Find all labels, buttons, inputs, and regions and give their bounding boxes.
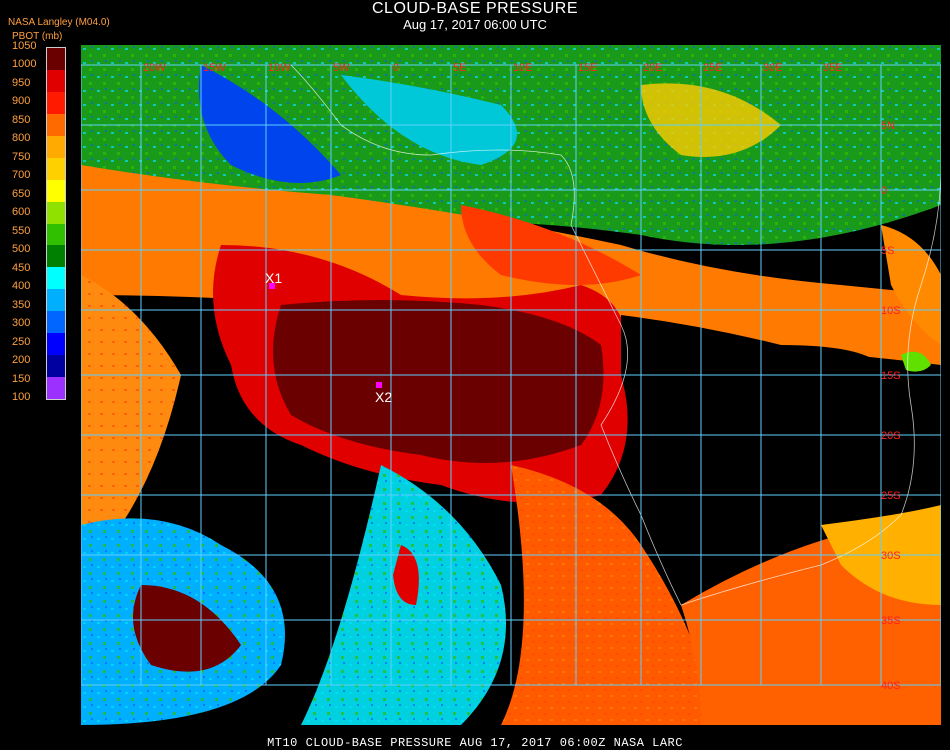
lon-label: 25E — [703, 62, 723, 74]
marker-x2-label: X2 — [375, 389, 392, 405]
color-scale-segment — [47, 157, 65, 180]
lon-label: 5E — [453, 62, 466, 74]
color-scale-segment — [47, 311, 65, 334]
color-scale-segment — [47, 179, 65, 202]
lon-label: 35E — [823, 62, 843, 74]
color-scale-segment — [47, 135, 65, 158]
color-scale-tick: 250 — [12, 335, 31, 348]
lon-label: 15W — [203, 62, 226, 74]
color-scale-tick: 100 — [12, 391, 31, 403]
color-scale-segment — [47, 377, 65, 399]
color-scale-tick: 350 — [12, 298, 31, 311]
color-scale-segment — [47, 289, 65, 312]
lon-label: 10E — [513, 62, 533, 74]
lon-label: 5W — [333, 62, 350, 74]
color-scale-tick: 450 — [12, 261, 31, 274]
lat-label: 35S — [881, 615, 901, 627]
color-scale-segment — [47, 267, 65, 290]
lat-label: 5N — [881, 120, 895, 132]
color-scale-tick: 400 — [12, 280, 31, 293]
page-subtitle: Aug 17, 2017 06:00 UTC — [403, 17, 547, 32]
page-title: CLOUD-BASE PRESSURE — [372, 0, 578, 17]
color-scale-tick: 700 — [12, 169, 31, 182]
footer-caption: MT10 CLOUD-BASE PRESSURE AUG 17, 2017 06… — [267, 736, 683, 750]
map-panel: 20W 15W 10W 5W 0 5E 10E 15E 20E 25E 30E 35E 5N 0 5S 10S… — [81, 45, 941, 725]
color-scale-tick: 900 — [12, 95, 31, 108]
lon-label: 20W — [143, 62, 166, 74]
color-scale-tick: 800 — [12, 132, 31, 145]
lat-label: 20S — [881, 430, 901, 442]
lat-label: 25S — [881, 490, 901, 502]
color-scale-tick: 500 — [12, 243, 31, 256]
lon-label: 30E — [763, 62, 783, 74]
lat-label: 15S — [881, 370, 901, 382]
color-scale-segment — [47, 245, 65, 268]
lat-label: 10S — [881, 305, 901, 317]
color-scale-tick: 850 — [12, 113, 31, 126]
lon-label: 0 — [393, 62, 399, 74]
color-scale-segment — [47, 91, 65, 114]
color-scale-tick: 950 — [12, 76, 31, 89]
color-scale-tick: 750 — [12, 150, 31, 163]
lat-label: 5S — [881, 245, 894, 257]
lat-label: 40S — [881, 680, 901, 692]
color-scale-segment — [47, 48, 65, 70]
lon-label: 15E — [578, 62, 598, 74]
color-scale-segment — [47, 201, 65, 224]
color-scale-segment — [47, 333, 65, 356]
color-scale-tick: 650 — [12, 187, 31, 200]
color-scale-segment — [47, 113, 65, 136]
color-scale-tick: 300 — [12, 317, 31, 330]
color-scale-segment — [47, 69, 65, 92]
lat-label: 0 — [881, 185, 887, 197]
color-scale-segment — [47, 223, 65, 246]
lat-label: 30S — [881, 550, 901, 562]
map-svg: 20W 15W 10W 5W 0 5E 10E 15E 20E 25E 30E 35E 5N 0 5S 10S… — [81, 45, 941, 725]
color-scale — [46, 47, 66, 400]
color-scale-tick: 550 — [12, 224, 31, 237]
color-scale-tick: 200 — [12, 354, 31, 367]
lon-label: 10W — [268, 62, 291, 74]
marker-x1-label: X1 — [265, 270, 282, 286]
color-scale-tick: 1000 — [12, 58, 37, 71]
color-scale-tick: 1050 — [12, 40, 37, 52]
color-scale-tick: 600 — [12, 206, 31, 219]
color-scale-segment — [47, 355, 65, 378]
color-scale-tick: 150 — [12, 372, 31, 385]
lon-label: 20E — [643, 62, 663, 74]
